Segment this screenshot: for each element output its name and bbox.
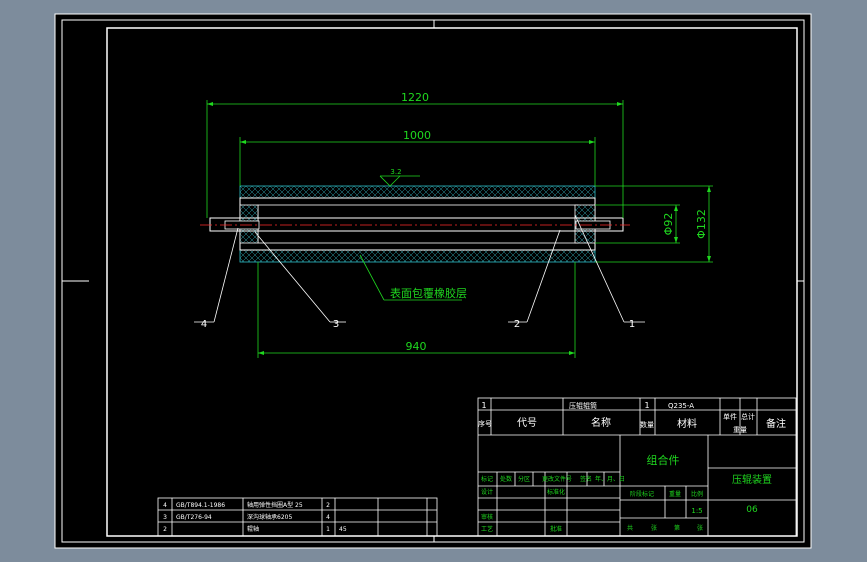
svg-text:2: 2 <box>163 526 167 533</box>
svg-text:4: 4 <box>326 514 330 521</box>
svg-text:共: 共 <box>627 524 633 532</box>
revision-labels: 标记 处数 分区 更改文件号 签名 年、月、日 <box>481 475 625 483</box>
surface-note: 表面包覆橡胶层 <box>390 286 467 300</box>
svg-text:工艺: 工艺 <box>481 525 493 533</box>
rubber-layer-top <box>239 185 596 199</box>
assembly-label: 组合件 <box>647 453 680 467</box>
svg-text:深沟球轴承6205: 深沟球轴承6205 <box>247 513 292 521</box>
svg-text:2: 2 <box>326 502 330 509</box>
svg-text:GB/T894.1-1986: GB/T894.1-1986 <box>176 502 225 509</box>
dim-outer-diameter: Φ132 <box>695 209 708 239</box>
drawing-canvas[interactable]: 1220 1000 940 Φ132 Φ92 3.2 表面包覆橡胶层 4 3 2… <box>0 0 867 562</box>
svg-text:张: 张 <box>651 524 657 532</box>
svg-text:辊轴: 辊轴 <box>247 525 259 533</box>
scale-value: 1:5 <box>691 507 702 515</box>
header-qty: 数量 <box>640 420 654 429</box>
svg-text:1: 1 <box>326 526 330 533</box>
svg-text:4: 4 <box>163 502 167 509</box>
rubber-layer-bottom <box>239 249 596 263</box>
svg-text:分区: 分区 <box>518 475 530 483</box>
svg-text:年、月、日: 年、月、日 <box>595 475 625 483</box>
header-no: 序号 <box>478 419 492 428</box>
model-space <box>54 13 812 549</box>
svg-text:比例: 比例 <box>691 490 703 498</box>
svg-text:更改文件号: 更改文件号 <box>542 475 572 483</box>
header-code: 代号 <box>517 417 537 429</box>
callout-1: 1 <box>629 319 635 330</box>
header-name: 名称 <box>591 416 611 429</box>
svg-text:设计: 设计 <box>481 488 493 496</box>
header-total: 总计 <box>741 412 755 421</box>
svg-text:3: 3 <box>163 514 167 521</box>
drawing-number: 06 <box>746 505 758 515</box>
header-weight: 重量 <box>733 426 747 434</box>
callout-3: 3 <box>333 319 339 330</box>
svg-text:第: 第 <box>674 524 680 532</box>
header-material: 材料 <box>677 417 697 430</box>
svg-text:审核: 审核 <box>481 513 493 521</box>
part-row1-material: Q235-A <box>668 402 694 410</box>
dim-inner-diameter: Φ92 <box>662 213 675 236</box>
header-single: 单件 <box>723 412 737 421</box>
dim-overall-length: 1220 <box>401 91 429 104</box>
svg-text:签名: 签名 <box>580 475 592 483</box>
svg-text:处数: 处数 <box>500 475 512 483</box>
drawing-title: 压辊装置 <box>732 473 772 486</box>
callout-2: 2 <box>514 319 520 330</box>
svg-text:批准: 批准 <box>550 525 562 533</box>
svg-text:GB/T276-94: GB/T276-94 <box>176 514 212 521</box>
part-row1-qty: 1 <box>644 401 649 410</box>
svg-text:轴用弹性挡圈A型 25: 轴用弹性挡圈A型 25 <box>247 501 303 509</box>
dim-roller-length: 1000 <box>403 129 431 142</box>
svg-text:标记: 标记 <box>481 475 493 483</box>
svg-text:重量: 重量 <box>669 490 681 498</box>
callout-4: 4 <box>201 319 207 330</box>
svg-text:标准化: 标准化 <box>547 488 565 496</box>
dim-shaft-span: 940 <box>406 340 427 353</box>
roughness-mark: 3.2 <box>390 168 401 176</box>
svg-text:张: 张 <box>697 524 703 532</box>
part-row1-name: 压辊辊筒 <box>569 401 597 410</box>
svg-text:45: 45 <box>339 526 347 533</box>
part-row1-no: 1 <box>481 401 486 410</box>
svg-text:阶段标记: 阶段标记 <box>630 490 654 498</box>
cad-window: 1220 1000 940 Φ132 Φ92 3.2 表面包覆橡胶层 4 3 2… <box>0 0 867 562</box>
header-remark: 备注 <box>766 417 786 430</box>
